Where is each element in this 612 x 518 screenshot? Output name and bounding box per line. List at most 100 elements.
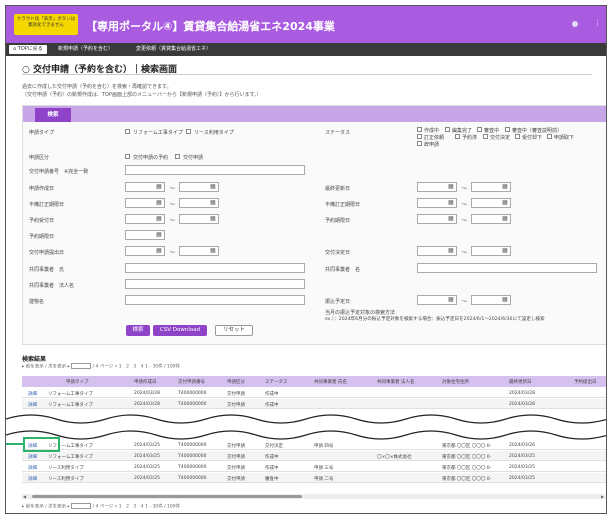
cell-updated: 2024/03/25 [509, 453, 535, 459]
checkbox-type-reform[interactable] [125, 129, 130, 134]
row-detail-link[interactable]: 詳細 [28, 454, 37, 460]
cell-number: T400000000 [178, 453, 207, 459]
calendar-icon[interactable]: ▦ [448, 215, 454, 222]
table-row: 詳細 リフォーム工事タイプ 2024/03/28 T400000000 交付申請… [22, 388, 606, 398]
pager-pages[interactable]: 1 2 3 4 [119, 505, 144, 510]
cell-type: リフォーム工事タイプ [48, 402, 93, 408]
table-row: 詳細 リフォーム工事タイプ 2024/03/25 T400000000 交付申請… [22, 451, 606, 461]
calendar-icon[interactable]: ▦ [156, 183, 162, 190]
cell-status: 審査中 [265, 476, 279, 482]
calendar-icon[interactable]: ▦ [156, 231, 162, 238]
results-title: 検索結果 [22, 356, 47, 363]
label-defect-date: 不備訂正期限日 [29, 202, 65, 208]
checkbox-status-2[interactable] [477, 127, 482, 132]
horizontal-scrollbar[interactable]: ◀ ▶ [22, 494, 606, 499]
building-input[interactable] [125, 295, 305, 305]
calendar-icon[interactable]: ▦ [210, 215, 216, 222]
cell-updated: 2024/03/28 [509, 401, 535, 407]
checkbox-status-7[interactable] [515, 134, 520, 139]
more-menu-icon[interactable]: ⋮ [594, 19, 601, 27]
cell-category: 交付申請 [227, 454, 245, 460]
cell-type: リース利用タイプ [48, 476, 84, 482]
pager-nav-link[interactable]: ▸ 前を表示 / 次を表示 ▸ [22, 365, 70, 370]
calendar-icon[interactable]: ▦ [502, 247, 508, 254]
cell-created: 2024/03/28 [134, 390, 160, 396]
calendar-icon[interactable]: ▦ [210, 247, 216, 254]
scroll-right-icon[interactable]: ▶ [601, 494, 604, 499]
pager-total: / 4 ページ [92, 364, 114, 370]
search-button[interactable]: 検索 [126, 325, 150, 336]
calendar-icon[interactable]: ▦ [156, 215, 162, 222]
checkbox-category-apply[interactable] [175, 154, 180, 159]
calendar-icon[interactable]: ▦ [502, 183, 508, 190]
user-icon[interactable] [572, 21, 578, 27]
cell-created: 2024/03/25 [134, 464, 160, 470]
apply-number-input[interactable] [125, 165, 305, 175]
cell-type: リフォーム工事タイプ [48, 454, 93, 460]
cell-created: 2024/03/25 [134, 442, 160, 448]
range-tilde: ～ [170, 218, 176, 224]
row-detail-link[interactable]: 詳細 [28, 391, 37, 397]
calendar-icon[interactable]: ▦ [448, 247, 454, 254]
cell-status: 作成中 [265, 391, 279, 397]
checkbox-type-lease[interactable] [186, 129, 191, 134]
row-detail-link[interactable]: 詳細 [28, 402, 37, 408]
calendar-icon[interactable]: ▦ [502, 296, 508, 303]
checkbox-status-9[interactable] [417, 141, 422, 146]
joint-corp-input[interactable] [125, 279, 305, 289]
cell-created: 2024/03/28 [134, 401, 160, 407]
calendar-icon[interactable]: ▦ [448, 183, 454, 190]
nav-item-change-request[interactable]: 変更依頼（賃貸集合給湯省エネ） [136, 45, 211, 54]
tab-search[interactable]: 検索 [35, 108, 71, 122]
nav-item-new-apply[interactable]: 新規申請（予約を含む） [58, 45, 113, 54]
notice-badge-line2: 無効化できません [28, 23, 64, 28]
nav-home-button[interactable]: ⌂ TOPに戻る [9, 45, 47, 54]
calendar-icon[interactable]: ▦ [502, 199, 508, 206]
col-booking-submit: 予約提出日 [574, 380, 597, 385]
checkbox-status-4[interactable] [417, 134, 422, 139]
scroll-left-icon[interactable]: ◀ [23, 494, 26, 499]
csv-download-button[interactable]: CSV Download [153, 325, 207, 336]
cell-joint-name: 申請 三号 [314, 465, 334, 471]
calendar-icon[interactable]: ▦ [448, 199, 454, 206]
range-tilde: ～ [462, 202, 468, 208]
pager-top: ▸ 前を表示 / 次を表示 ▸ / 4 ページ ⌕ 1 2 3 4 1 - 30… [22, 363, 180, 370]
checkbox-status-0[interactable] [417, 127, 422, 132]
checkbox-status-6[interactable] [483, 134, 488, 139]
calendar-icon[interactable]: ▦ [210, 183, 216, 190]
table-row: 詳細 リース利用タイプ 2024/03/25 T400000000 交付申請 審… [22, 473, 606, 483]
range-tilde: ～ [462, 299, 468, 305]
page-number-input[interactable] [71, 363, 92, 369]
portal-header: クラウド化「表示」ボタンは 無効化できません 【専用ポータル④】賃貸集合給湯省エ… [6, 6, 606, 43]
calendar-icon[interactable]: ▦ [156, 199, 162, 206]
checkbox-status-5[interactable] [455, 134, 460, 139]
cell-updated: 2024/03/28 [509, 390, 535, 396]
option-type-reform: リフォーム工事タイプ [133, 130, 183, 136]
calendar-icon[interactable]: ▦ [448, 296, 454, 303]
checkbox-category-booking[interactable] [125, 154, 130, 159]
calendar-icon[interactable]: ▦ [210, 199, 216, 206]
pager-nav-link[interactable]: ▸ 前を表示 / 次を表示 ▸ [22, 505, 70, 510]
row-detail-link[interactable]: 詳細 [28, 465, 37, 471]
checkbox-status-8[interactable] [547, 134, 552, 139]
top-nav: ⌂ TOPに戻る 新規申請（予約を含む） 変更依頼（賃貸集合給湯省エネ） [6, 43, 606, 56]
label-transfer-date: 振込予定日 [325, 299, 351, 305]
status-option-3: 審査中（審査説明前） [512, 128, 563, 134]
checkbox-status-1[interactable] [445, 127, 450, 132]
calendar-icon[interactable]: ▦ [502, 215, 508, 222]
search-icon[interactable]: ⌕ [115, 505, 118, 510]
search-icon[interactable]: ⌕ [115, 365, 118, 370]
label-decision-date: 交付決定日 [325, 250, 351, 256]
cell-address: 東京都 〇〇区 〇〇〇 0- [442, 476, 492, 482]
joint-first-name-input[interactable] [417, 263, 597, 273]
joint-last-name-input[interactable] [125, 263, 305, 273]
checkbox-status-3[interactable] [505, 127, 510, 132]
calendar-icon[interactable]: ▦ [156, 247, 162, 254]
cell-joint-corp: 〇×〇×株式会社 [377, 454, 412, 460]
pager-pages[interactable]: 1 2 3 4 [119, 365, 144, 370]
page-number-input[interactable] [71, 503, 92, 509]
label-booking-limit: 予約期限日 [29, 234, 55, 240]
reset-button[interactable]: リセット [215, 325, 253, 336]
scroll-thumb[interactable] [32, 495, 302, 498]
row-detail-link[interactable]: 詳細 [28, 476, 37, 482]
